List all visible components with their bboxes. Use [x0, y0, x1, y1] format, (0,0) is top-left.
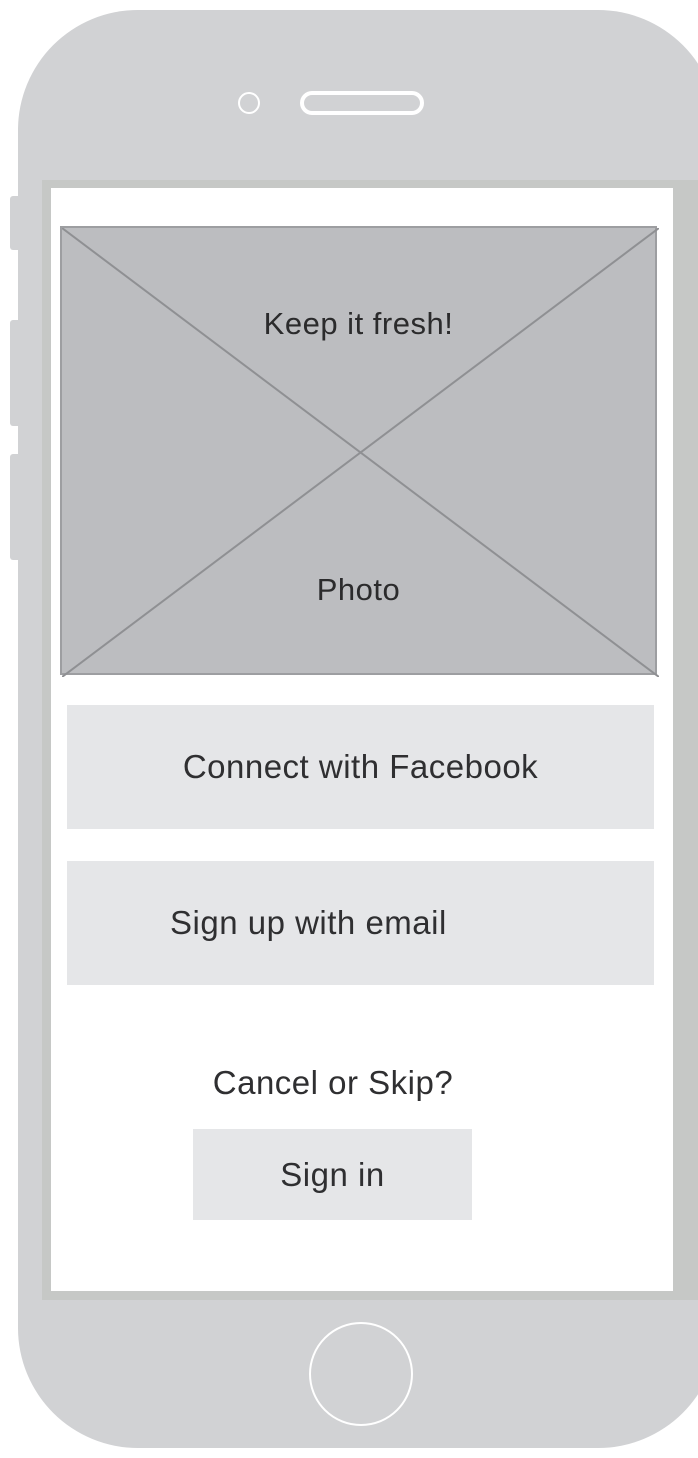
volume-up-button: [10, 320, 20, 426]
photo-placeholder: Keep it fresh! Photo: [60, 226, 659, 677]
home-button-icon[interactable]: [309, 1322, 413, 1426]
placeholder-cross-icon: [62, 228, 659, 677]
sign-in-label: Sign in: [280, 1155, 385, 1193]
silent-switch: [10, 196, 20, 250]
volume-down-button: [10, 454, 20, 560]
connect-facebook-button[interactable]: Connect with Facebook: [67, 705, 654, 829]
signup-email-label: Sign up with email: [170, 904, 447, 941]
camera-icon: [238, 92, 260, 114]
cancel-skip-link[interactable]: Cancel or Skip?: [0, 1064, 666, 1102]
speaker-icon: [300, 91, 424, 115]
signup-email-button[interactable]: Sign up with email: [67, 861, 654, 985]
photo-label: Photo: [316, 572, 401, 607]
photo-title: Keep it fresh!: [263, 306, 454, 341]
connect-facebook-label: Connect with Facebook: [182, 748, 539, 785]
sign-in-button[interactable]: Sign in: [193, 1129, 472, 1220]
